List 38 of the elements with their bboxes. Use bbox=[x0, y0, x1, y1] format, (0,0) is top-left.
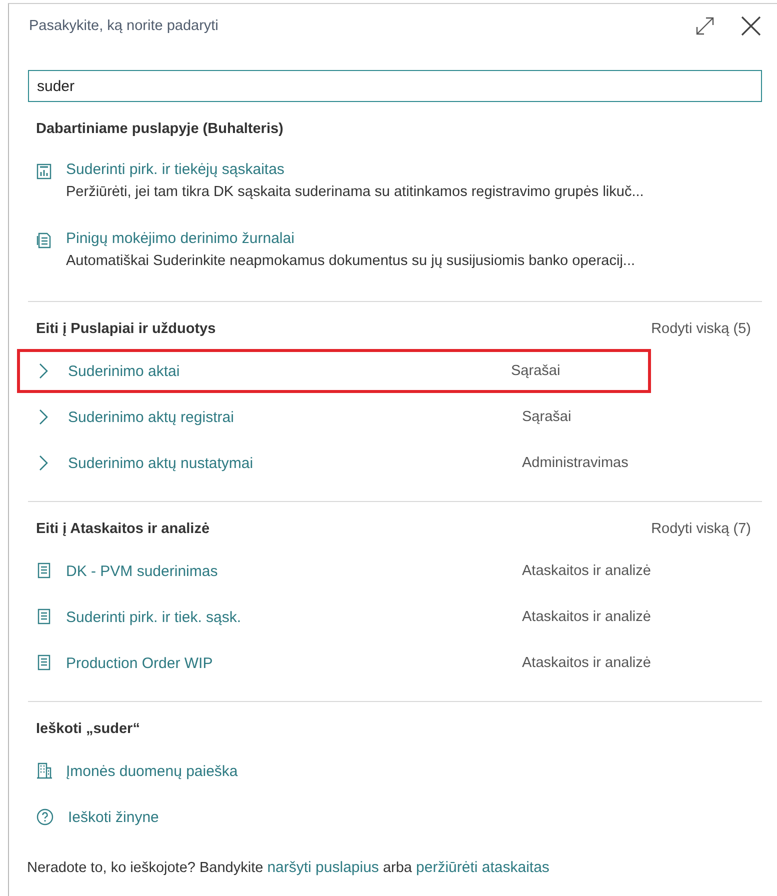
search-link[interactable]: Įmonės duomenų paieška bbox=[66, 762, 238, 780]
section-heading: Eiti į Ataskaitos ir analizė bbox=[36, 521, 211, 537]
result-category: Sąrašai bbox=[511, 363, 562, 379]
footer-text: Neradote to, ko ieškojote? Bandykite naršyti puslapius arba peržiūrėti ataskaitas bbox=[27, 859, 550, 876]
action-link[interactable]: Suderinti pirk. ir tiekėjų sąskaitas bbox=[66, 161, 644, 178]
result-link[interactable]: Suderinimo aktai bbox=[68, 362, 511, 380]
chart-report-icon bbox=[36, 163, 52, 181]
result-link[interactable]: Suderinimo aktų nustatymai bbox=[68, 454, 522, 472]
show-all-link[interactable]: Rodyti viską (5) bbox=[651, 321, 751, 337]
show-all-link[interactable]: Rodyti viską (7) bbox=[651, 521, 751, 537]
result-link[interactable]: Suderinti pirk. ir tiek. sąsk. bbox=[66, 608, 522, 626]
search-link[interactable]: Ieškoti žinyne bbox=[68, 808, 159, 826]
action-link[interactable]: Pinigų mokėjimo derinimo žurnalai bbox=[66, 230, 636, 247]
result-link[interactable]: Production Order WIP bbox=[66, 654, 522, 672]
footer-link[interactable]: peržiūrėti ataskaitas bbox=[416, 859, 550, 876]
search-field[interactable]: suder bbox=[28, 70, 762, 102]
result-category: Ataskaitos ir analizė bbox=[522, 609, 652, 625]
dialog-title: Pasakykite, ką norite padaryti bbox=[28, 18, 220, 34]
result-category: Ataskaitos ir analizė bbox=[522, 655, 652, 671]
building-icon bbox=[36, 762, 52, 780]
result-link[interactable]: DK - PVM suderinimas bbox=[66, 562, 522, 580]
result-category: Ataskaitos ir analizė bbox=[522, 563, 652, 579]
result-link[interactable]: Suderinimo aktų registrai bbox=[68, 408, 522, 426]
expand-icon[interactable] bbox=[694, 15, 716, 37]
section-heading: Ieškoti „suder“ bbox=[36, 721, 141, 737]
document-stack-icon bbox=[36, 232, 52, 250]
document-icon bbox=[36, 654, 52, 672]
close-icon[interactable] bbox=[740, 15, 762, 37]
footer-link[interactable]: naršyti puslapius bbox=[267, 859, 379, 876]
section-heading: Dabartiniame puslapyje (Buhalteris) bbox=[36, 121, 284, 137]
document-icon bbox=[36, 608, 52, 626]
action-description: Automatiškai Suderinkite neapmokamus dokumentus su jų susijusiomis banko operacij... bbox=[66, 253, 636, 269]
result-category: Administravimas bbox=[522, 455, 630, 471]
help-icon bbox=[36, 808, 54, 826]
section-heading: Eiti į Puslapiai ir užduotys bbox=[36, 321, 217, 337]
result-category: Sąrašai bbox=[522, 409, 572, 425]
action-description: Peržiūrėti, jei tam tikra DK sąskaita suderinama su atitinkamos registravimo grupės likuč... bbox=[66, 184, 644, 200]
document-icon bbox=[36, 562, 52, 580]
